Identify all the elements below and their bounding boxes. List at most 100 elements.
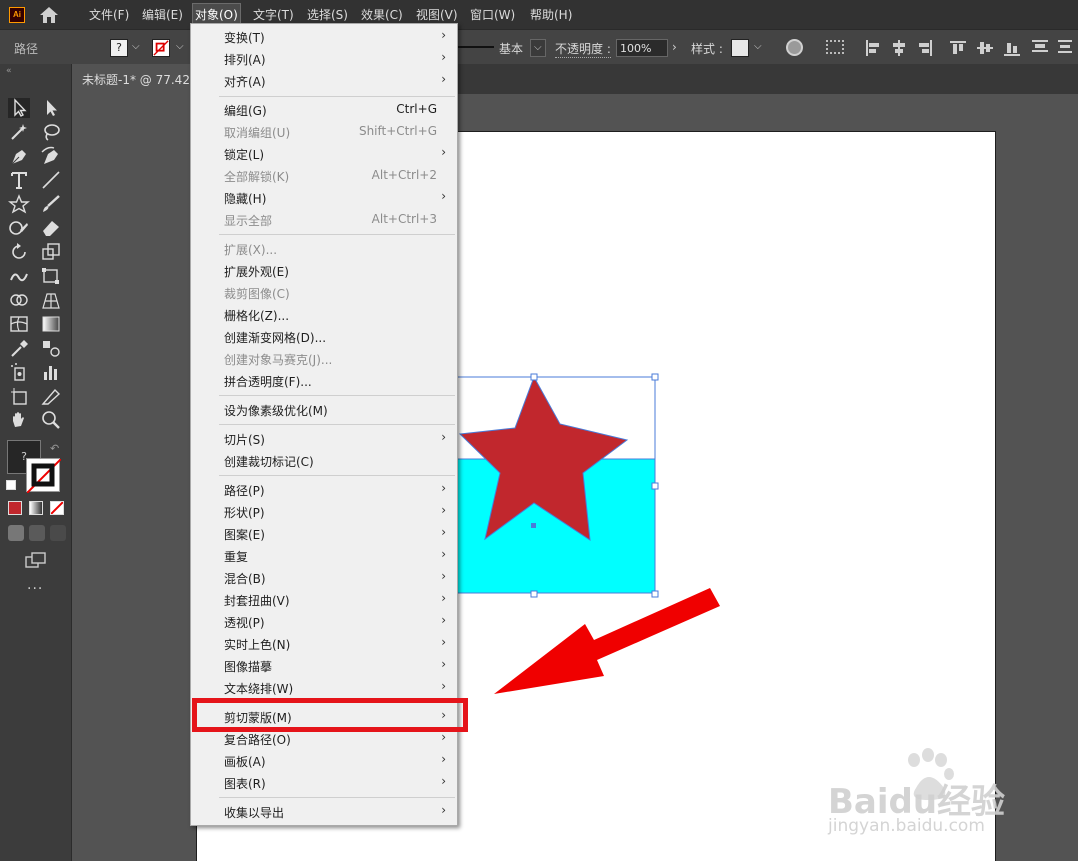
menu-item-label: 画板(A) [224,755,266,769]
menu-separator [219,96,455,97]
menu-item-label: 隐藏(H) [224,192,267,206]
menu-item-shape[interactable]: 形状(P) › [191,501,457,523]
menu-item-text-wrap[interactable]: 文本绕排(W) › [191,677,457,699]
menu-item-hide[interactable]: 隐藏(H) › [191,187,457,209]
menu-item-rasterize[interactable]: 栅格化(Z)... [191,304,457,326]
menu-item-crop-image: 裁剪图像(C) [191,282,457,304]
menu-item-label: 图像描摹 [224,660,273,674]
submenu-arrow-icon: › [441,525,446,539]
menu-item-graph[interactable]: 图表(R) › [191,772,457,794]
menu-item-live-paint[interactable]: 实时上色(N) › [191,633,457,655]
menu-item-lock[interactable]: 锁定(L) › [191,143,457,165]
submenu-arrow-icon: › [441,28,446,42]
menu-item-repeat[interactable]: 重复 › [191,545,457,567]
menu-item-perspective[interactable]: 透视(P) › [191,611,457,633]
menu-item-label: 封套扭曲(V) [224,594,290,608]
menu-item-shortcut: Alt+Ctrl+3 [371,212,437,226]
menu-item-label: 变换(T) [224,31,265,45]
submenu-arrow-icon: › [441,803,446,817]
submenu-arrow-icon: › [441,635,446,649]
menu-item-label: 拼合透明度(F)... [224,375,312,389]
menu-item-envelope-distort[interactable]: 封套扭曲(V) › [191,589,457,611]
menu-separator [219,475,455,476]
menu-item-shortcut: Ctrl+G [396,102,437,116]
menu-item-label: 扩展(X)... [224,243,278,257]
menu-item-image-trace[interactable]: 图像描摹 › [191,655,457,677]
menu-item-label: 重复 [224,550,249,564]
baidu-watermark: Baidu经验 jingyan.baidu.com [828,744,1028,844]
menu-item-label: 形状(P) [224,506,265,520]
menu-item-shortcut: Alt+Ctrl+2 [371,168,437,182]
menu-item-label: 文本绕排(W) [224,682,294,696]
submenu-arrow-icon: › [441,547,446,561]
menu-item-label: 取消编组(U) [224,126,291,140]
menu-item-label: 路径(P) [224,484,265,498]
annotation-highlight-box [192,698,468,732]
menu-item-create-gradient-mesh[interactable]: 创建渐变网格(D)... [191,326,457,348]
menu-item-ungroup: 取消编组(U) Shift+Ctrl+G [191,121,457,143]
menu-item-arrange[interactable]: 排列(A) › [191,48,457,70]
selection-handle[interactable] [651,590,659,598]
menu-item-label: 全部解锁(K) [224,170,290,184]
submenu-arrow-icon: › [441,481,446,495]
watermark-url-text: jingyan.baidu.com [828,816,985,836]
menu-item-show-all: 显示全部 Alt+Ctrl+3 [191,209,457,231]
selection-handle[interactable] [651,482,659,490]
selection-handle[interactable] [530,373,538,381]
menu-item-label: 图表(R) [224,777,266,791]
menu-item-label: 复合路径(O) [224,733,291,747]
menu-item-group[interactable]: 编组(G) Ctrl+G [191,99,457,121]
submenu-arrow-icon: › [441,189,446,203]
menu-item-label: 混合(B) [224,572,266,586]
submenu-arrow-icon: › [441,72,446,86]
menu-item-label: 扩展外观(E) [224,265,289,279]
menu-item-transform[interactable]: 变换(T) › [191,26,457,48]
menu-item-blend[interactable]: 混合(B) › [191,567,457,589]
menu-separator [219,234,455,235]
menu-item-label: 锁定(L) [224,148,265,162]
submenu-arrow-icon: › [441,657,446,671]
menu-item-label: 创建裁切标记(C) [224,455,314,469]
menu-item-collect-for-export[interactable]: 收集以导出 › [191,801,457,823]
menu-item-artboards[interactable]: 画板(A) › [191,750,457,772]
menu-item-slice[interactable]: 切片(S) › [191,428,457,450]
menu-item-shortcut: Shift+Ctrl+G [358,124,437,138]
selection-handle[interactable] [530,590,538,598]
center-point [531,523,536,528]
menu-item-label: 创建渐变网格(D)... [224,331,327,345]
menu-item-label: 切片(S) [224,433,265,447]
artwork-layer [419,373,720,694]
menu-item-label: 实时上色(N) [224,638,291,652]
submenu-arrow-icon: › [441,503,446,517]
menu-item-pattern[interactable]: 图案(E) › [191,523,457,545]
menu-item-flatten-transparency[interactable]: 拼合透明度(F)... [191,370,457,392]
menu-item-label: 栅格化(Z)... [224,309,290,323]
selection-handle[interactable] [651,373,659,381]
menu-item-expand-appearance[interactable]: 扩展外观(E) [191,260,457,282]
menu-item-label: 设为像素级优化(M) [224,404,328,418]
menu-item-path[interactable]: 路径(P) › [191,479,457,501]
menu-item-label: 裁剪图像(C) [224,287,290,301]
menu-item-label: 收集以导出 [224,806,285,820]
menu-item-unlock-all: 全部解锁(K) Alt+Ctrl+2 [191,165,457,187]
menu-item-expand: 扩展(X)... [191,238,457,260]
submenu-arrow-icon: › [441,569,446,583]
submenu-arrow-icon: › [441,730,446,744]
submenu-arrow-icon: › [441,752,446,766]
menu-separator [219,395,455,396]
menu-item-label: 排列(A) [224,53,266,67]
menu-item-label: 创建对象马赛克(J)... [224,353,333,367]
submenu-arrow-icon: › [441,430,446,444]
menu-item-align[interactable]: 对齐(A) › [191,70,457,92]
menu-item-label: 图案(E) [224,528,265,542]
submenu-arrow-icon: › [441,774,446,788]
annotation-arrow-icon [494,588,720,694]
menu-item-label: 透视(P) [224,616,265,630]
menu-item-label: 对齐(A) [224,75,266,89]
menu-item-create-trim-marks[interactable]: 创建裁切标记(C) [191,450,457,472]
menu-item-make-pixel-perfect[interactable]: 设为像素级优化(M) [191,399,457,421]
menu-item-label: 编组(G) [224,104,267,118]
submenu-arrow-icon: › [441,679,446,693]
submenu-arrow-icon: › [441,145,446,159]
menu-separator [219,797,455,798]
